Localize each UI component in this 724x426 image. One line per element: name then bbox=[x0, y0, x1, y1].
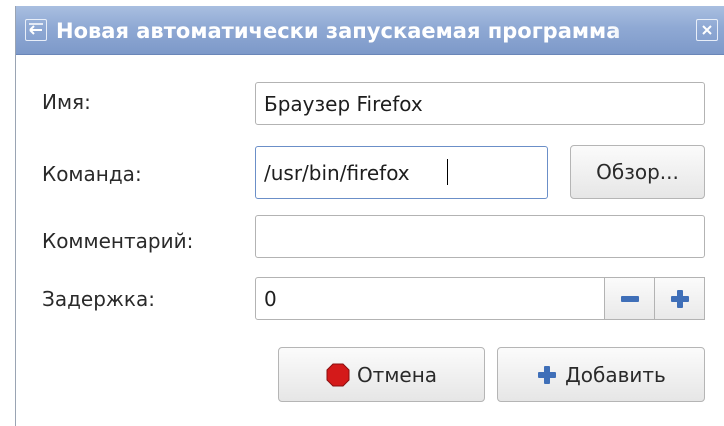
text-caret bbox=[447, 159, 448, 185]
stop-icon bbox=[326, 363, 350, 387]
command-field[interactable] bbox=[255, 146, 548, 199]
cancel-button-label: Отмена bbox=[356, 362, 438, 387]
decrease-delay-button[interactable] bbox=[604, 277, 655, 320]
name-field[interactable] bbox=[255, 82, 705, 125]
command-label: Команда: bbox=[42, 162, 142, 186]
delay-spinbutton[interactable] bbox=[255, 277, 605, 320]
add-button[interactable]: Добавить bbox=[497, 347, 705, 402]
add-button-label: Добавить bbox=[565, 362, 666, 387]
window-menu-icon[interactable] bbox=[25, 19, 47, 41]
browse-button[interactable]: Обзор... bbox=[570, 145, 705, 199]
plus-icon bbox=[670, 290, 689, 308]
close-icon[interactable] bbox=[696, 19, 718, 41]
titlebar[interactable]: Новая автоматически запускаемая программ… bbox=[16, 6, 724, 55]
increase-delay-button[interactable] bbox=[654, 277, 705, 320]
delay-label: Задержка: bbox=[42, 287, 155, 311]
minus-icon bbox=[620, 296, 639, 302]
browse-button-label: Обзор... bbox=[596, 160, 679, 184]
window-title: Новая автоматически запускаемая программ… bbox=[56, 19, 621, 43]
comment-label: Комментарий: bbox=[42, 229, 194, 253]
name-label: Имя: bbox=[42, 90, 91, 114]
comment-field[interactable] bbox=[255, 215, 705, 258]
plus-icon bbox=[536, 364, 558, 386]
autostart-dialog: Новая автоматически запускаемая программ… bbox=[15, 6, 724, 426]
cancel-button[interactable]: Отмена bbox=[278, 347, 485, 402]
